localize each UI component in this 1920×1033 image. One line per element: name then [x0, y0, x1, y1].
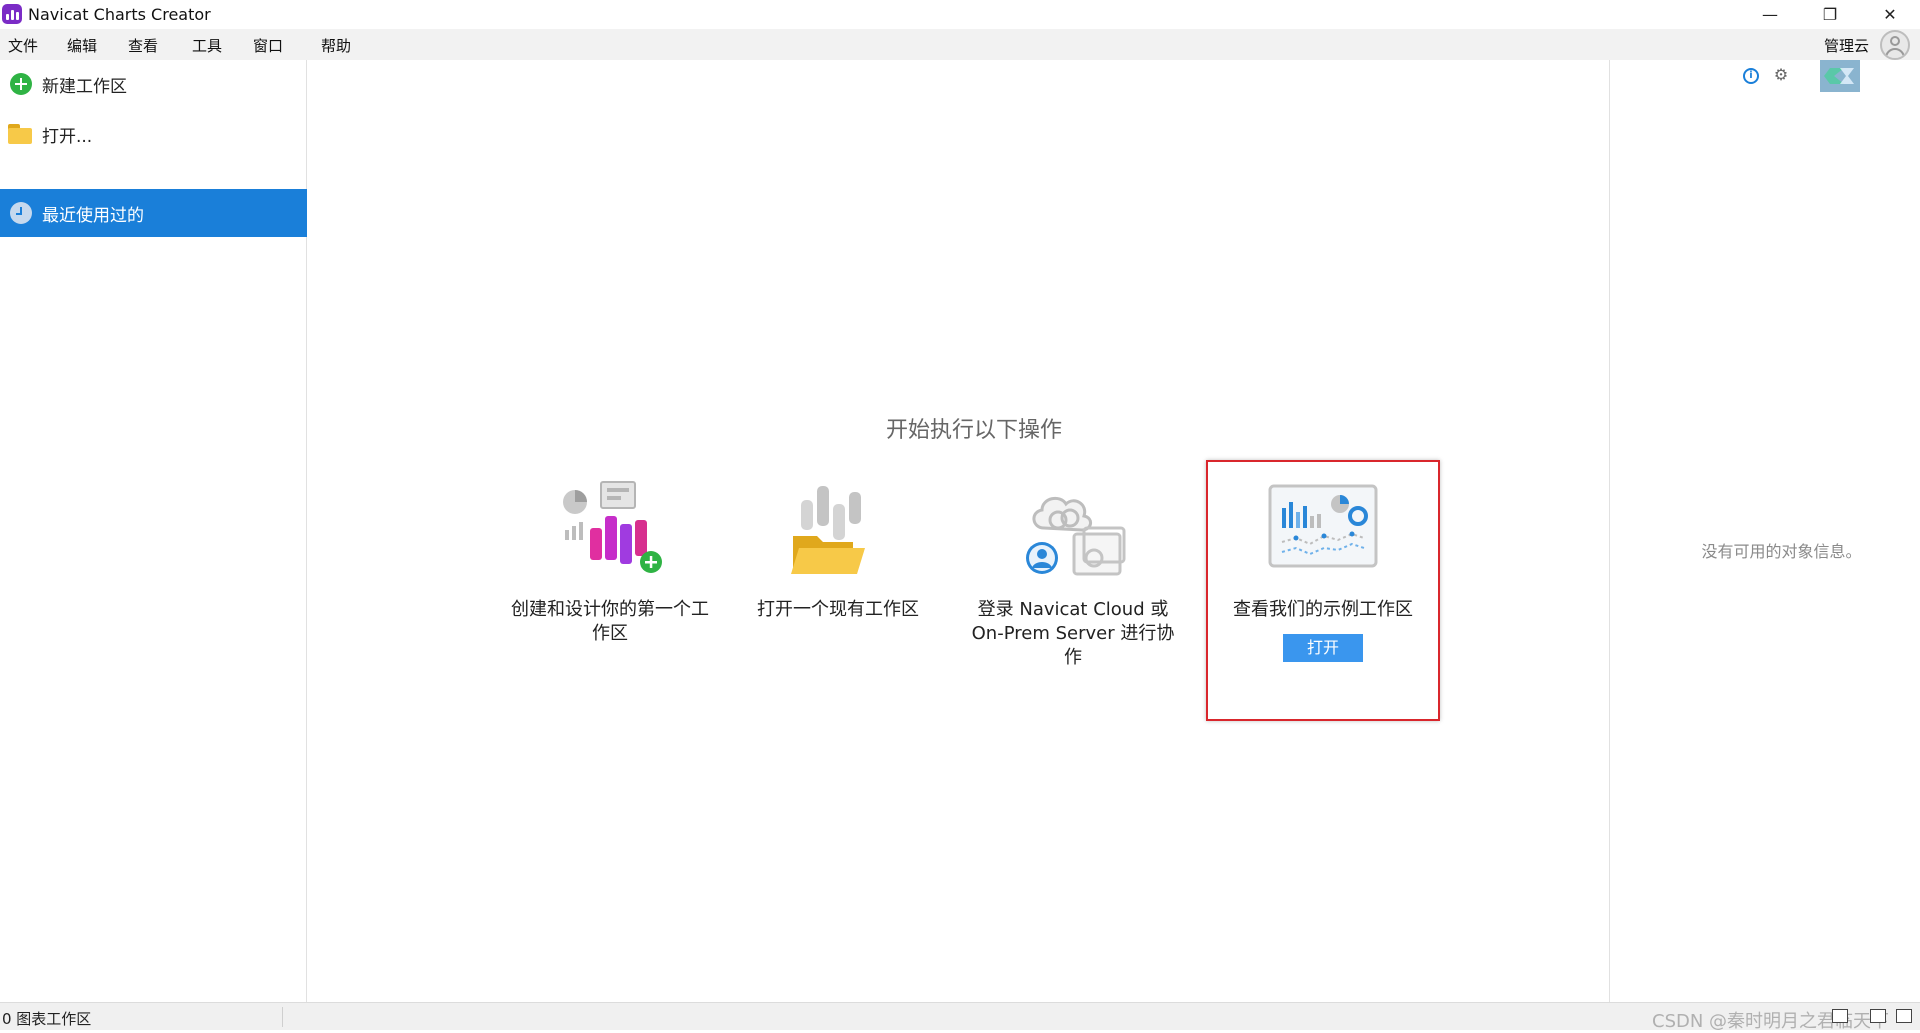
close-button[interactable]: ✕	[1860, 0, 1920, 29]
open-sample-button[interactable]: 打开	[1283, 634, 1363, 662]
menu-file[interactable]: 文件	[8, 35, 38, 56]
object-info-panel: i ⚙ 没有可用的对象信息。	[1611, 60, 1920, 1002]
cloud-collaboration-icon	[1008, 478, 1138, 588]
menu-window[interactable]: 窗口	[253, 35, 283, 56]
card-caption: 查看我们的示例工作区	[1233, 599, 1413, 620]
card-caption: 打开一个现有工作区	[757, 599, 919, 620]
empty-object-info: 没有可用的对象信息。	[1701, 542, 1862, 561]
card-caption: 创建和设计你的第一个工作区	[511, 599, 709, 644]
clock-icon	[10, 202, 32, 224]
cloud-login-card[interactable]: 登录 Navicat Cloud 或 On-Prem Server 进行协作	[968, 478, 1178, 670]
sidebar-item-open[interactable]: 打开...	[0, 110, 307, 158]
app-logo-icon	[2, 4, 22, 24]
create-workspace-card[interactable]: 创建和设计你的第一个工作区	[505, 478, 715, 646]
cloud-badge-icon	[1820, 60, 1860, 92]
sidebar-item-recent[interactable]: 最近使用过的	[0, 189, 307, 237]
workspace-count: 0 图表工作区	[2, 1010, 92, 1028]
folder-icon	[8, 124, 32, 144]
manage-cloud-link[interactable]: 管理云	[1824, 35, 1869, 56]
menu-bar: 文件 编辑 查看 工具 窗口 帮助 管理云	[0, 29, 1920, 60]
close-icon: ✕	[1883, 5, 1897, 24]
restore-button[interactable]: ❐	[1800, 0, 1860, 29]
detail-view-icon[interactable]	[1870, 1009, 1886, 1023]
window-title: Navicat Charts Creator	[28, 5, 211, 24]
restore-icon: ❐	[1822, 5, 1838, 24]
main-panel: 开始执行以下操作 创建和设计你的第一个工作区 打开一个现有工作区 登录 Navi…	[308, 60, 1610, 1002]
card-caption: 登录 Navicat Cloud 或 On-Prem Server 进行协作	[971, 599, 1175, 668]
title-bar: Navicat Charts Creator — ❐ ✕	[0, 0, 1920, 29]
grid-view-icon[interactable]	[1832, 1009, 1848, 1023]
panel-toggle-icon[interactable]	[1896, 1009, 1912, 1023]
menu-tools[interactable]: 工具	[192, 35, 222, 56]
menu-view[interactable]: 查看	[128, 35, 158, 56]
sidebar-item-new-workspace[interactable]: 新建工作区	[0, 60, 307, 108]
create-workspace-icon	[545, 478, 675, 588]
user-avatar-icon[interactable]	[1880, 30, 1910, 60]
sidebar-item-label: 最近使用过的	[42, 205, 144, 226]
open-workspace-card[interactable]: 打开一个现有工作区	[733, 478, 943, 622]
sidebar-item-label: 打开...	[42, 126, 93, 147]
menu-edit[interactable]: 编辑	[67, 35, 97, 56]
open-folder-icon	[773, 478, 903, 588]
left-sidebar: 新建工作区 打开... 最近使用过的	[0, 60, 307, 1002]
minimize-button[interactable]: —	[1740, 0, 1800, 29]
status-divider	[282, 1007, 283, 1027]
sample-dashboard-icon	[1258, 478, 1388, 588]
info-icon[interactable]: i	[1743, 68, 1759, 84]
plus-circle-icon	[10, 73, 32, 95]
gear-icon[interactable]: ⚙	[1772, 66, 1790, 84]
sidebar-item-label: 新建工作区	[42, 76, 127, 97]
sample-workspace-card[interactable]: 查看我们的示例工作区 打开	[1218, 478, 1428, 662]
watermark-text: CSDN @秦时明月之君临天下	[1652, 1011, 1890, 1032]
minimize-icon: —	[1762, 5, 1778, 24]
start-title: 开始执行以下操作	[885, 418, 1062, 443]
status-bar: 0 图表工作区 CSDN @秦时明月之君临天下	[0, 1002, 1920, 1032]
menu-help[interactable]: 帮助	[321, 35, 351, 56]
